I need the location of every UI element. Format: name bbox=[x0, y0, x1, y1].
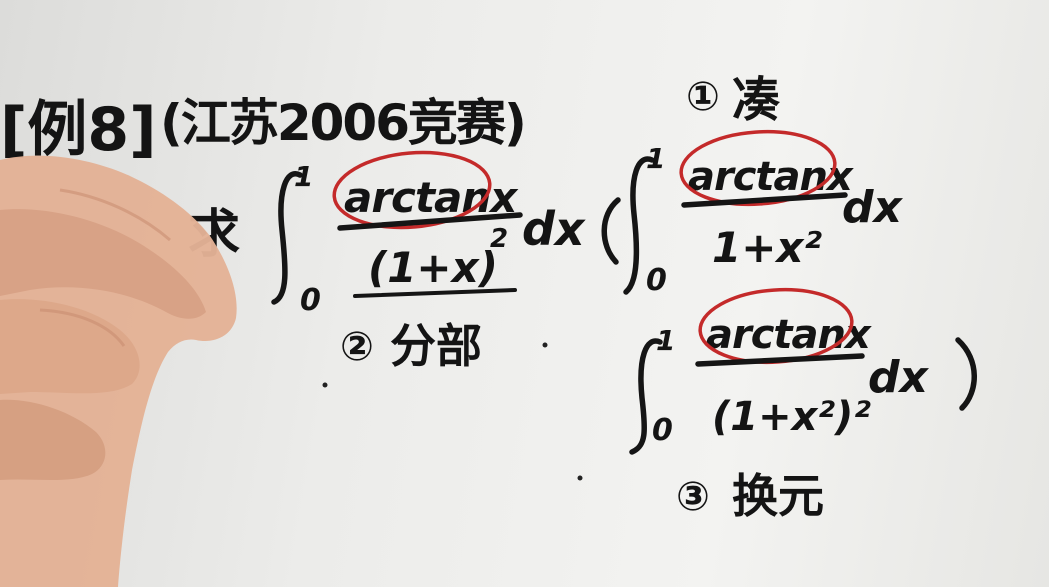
denominator: 1+x² bbox=[712, 223, 823, 272]
differential-dx: dx bbox=[522, 202, 586, 256]
denominator-base: (1+x) bbox=[368, 243, 498, 292]
lower-limit: 0 bbox=[646, 263, 667, 298]
method-1: ① 凑 bbox=[686, 72, 781, 128]
upper-limit: 1 bbox=[656, 324, 675, 357]
close-paren bbox=[955, 337, 977, 411]
open-paren bbox=[601, 197, 621, 265]
handwritten-math-scene: [例8] (江苏2006竞赛) 求 1 0 arctanx (1+x) 2 dx… bbox=[0, 72, 977, 587]
method-1-number: ① bbox=[686, 74, 720, 120]
lower-limit: 0 bbox=[652, 413, 673, 448]
method-2-number: ② bbox=[340, 324, 374, 370]
denominator: (1+x²)² bbox=[712, 394, 871, 440]
method-1-name: 凑 bbox=[732, 72, 781, 128]
denominator-exponent: 2 bbox=[490, 224, 508, 254]
aside-integral-2: 1 0 arctanx (1+x²)² dx bbox=[629, 287, 977, 455]
integral-sign bbox=[271, 171, 303, 305]
upper-limit: 1 bbox=[646, 142, 665, 175]
main-problem: 求 1 0 arctanx (1+x) 2 dx bbox=[188, 150, 586, 318]
differential-dx: dx bbox=[842, 182, 903, 233]
method-3-number: ③ bbox=[676, 474, 710, 520]
method-3-name: 换元 bbox=[732, 469, 824, 523]
whiteboard: [例8] (江苏2006竞赛) 求 1 0 arctanx (1+x) 2 dx… bbox=[0, 0, 1049, 587]
upper-limit: 1 bbox=[294, 160, 313, 193]
method-2-name: 分部 bbox=[390, 319, 482, 373]
method-2: ② 分部 bbox=[340, 288, 517, 373]
aside-integral-1: 1 0 arctanx 1+x² dx bbox=[601, 129, 903, 298]
example-label: [例8] bbox=[0, 95, 157, 165]
method-3: ③ 换元 bbox=[676, 469, 824, 523]
source-label: (江苏2006竞赛) bbox=[160, 94, 525, 152]
lower-limit: 0 bbox=[300, 283, 321, 318]
differential-dx: dx bbox=[868, 352, 929, 403]
